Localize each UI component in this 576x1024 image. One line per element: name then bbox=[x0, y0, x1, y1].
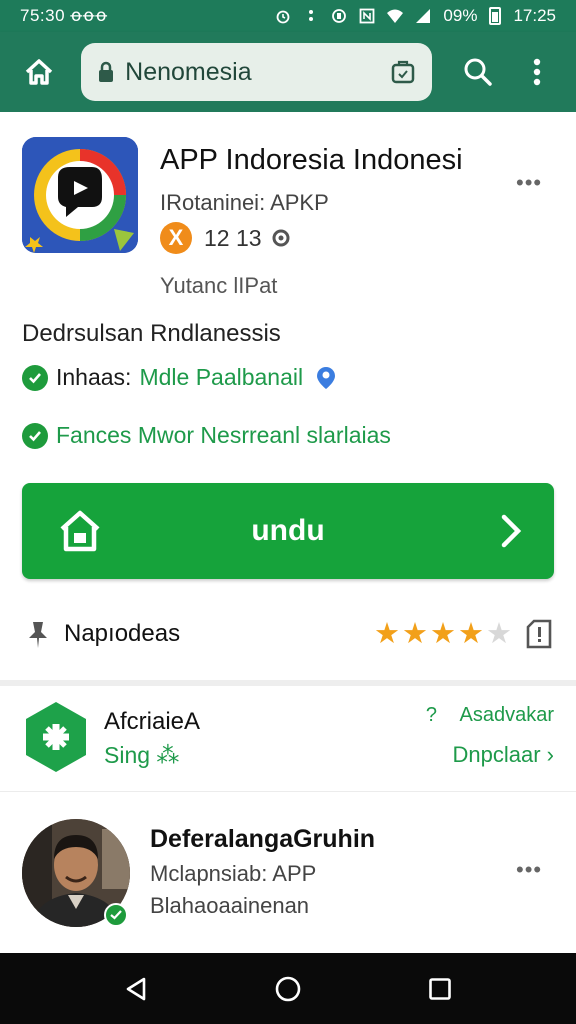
status-time-right: 17:25 bbox=[513, 6, 556, 25]
browser-toolbar: Nenomesia bbox=[0, 32, 576, 112]
list-item[interactable]: DeferalangaGruhin Mclapnsiab: APP Blahao… bbox=[0, 793, 576, 953]
hexagon-plus-icon bbox=[26, 702, 86, 772]
status-time-left: 75:30 ꝋꝋꝋ bbox=[20, 6, 108, 25]
item-action-link[interactable]: Dnpclaar › bbox=[453, 742, 554, 768]
item-title: DeferalangaGruhin bbox=[150, 825, 376, 853]
review-label: Napıodeas bbox=[64, 620, 181, 647]
status-bar: 75:30 ꝋꝋꝋ 09% 17:25 bbox=[0, 0, 576, 32]
review-row: Napıodeas ★ ★ ★ ★ ★ bbox=[22, 612, 554, 656]
item-subtitle: Sing ⁂ bbox=[104, 742, 180, 768]
recents-square-icon bbox=[429, 977, 451, 1000]
app-developer: IRotaninei: APKP bbox=[160, 190, 329, 215]
back-triangle-icon bbox=[126, 977, 146, 1000]
lock-icon bbox=[99, 61, 114, 82]
battery-icon bbox=[489, 7, 502, 25]
overflow-menu-icon bbox=[534, 58, 541, 86]
nav-home-button[interactable] bbox=[268, 969, 308, 1009]
system-nav-bar bbox=[0, 953, 576, 1024]
url-text: Nenomesia bbox=[125, 57, 252, 86]
more-options-icon[interactable]: ••• bbox=[516, 170, 542, 196]
nav-back-button[interactable] bbox=[116, 969, 156, 1009]
star-icon: ★ bbox=[486, 617, 512, 650]
home-icon bbox=[25, 59, 52, 85]
feature-label: Inhaas: bbox=[56, 364, 132, 390]
download-label: undu bbox=[251, 514, 325, 547]
chevron-right-icon bbox=[501, 514, 522, 548]
signal-icon bbox=[416, 9, 431, 23]
star-icon: ★ bbox=[430, 617, 456, 650]
tab-switcher-icon[interactable] bbox=[390, 59, 416, 85]
home-circle-icon bbox=[275, 976, 301, 1001]
home-button[interactable] bbox=[14, 47, 63, 97]
item-meta-link[interactable]: Asadvakar bbox=[460, 704, 555, 726]
feature-row-2: Fances Mwor Nesrreanl slarlaias bbox=[22, 422, 391, 449]
battery-percent: 09% bbox=[443, 6, 478, 25]
vibrate-icon bbox=[309, 10, 314, 21]
download-button[interactable]: undu bbox=[22, 483, 554, 579]
item-subtitle: Mclapnsiab: APP bbox=[150, 861, 317, 886]
star-icon: ★ bbox=[402, 617, 428, 650]
info-pin-icon[interactable] bbox=[315, 366, 337, 390]
item-meta: ? Asadvakar bbox=[426, 704, 554, 727]
address-bar[interactable]: Nenomesia bbox=[81, 43, 432, 101]
check-circle-icon bbox=[22, 422, 48, 449]
nav-recents-button[interactable] bbox=[420, 969, 460, 1009]
settings-gear-icon bbox=[272, 229, 290, 247]
verified-badge-icon bbox=[104, 903, 128, 927]
rating-badge: X bbox=[160, 222, 192, 254]
app-detail-card: APP Indoresia Indonesi ••• IRotaninei: A… bbox=[0, 112, 576, 680]
search-button[interactable] bbox=[454, 47, 503, 97]
alarm-icon bbox=[277, 10, 290, 24]
wifi-icon bbox=[387, 9, 404, 23]
download-home-icon bbox=[60, 510, 100, 552]
feature-label: Fances Mwor Nesrreanl slarlaias bbox=[56, 422, 391, 448]
nfc-icon bbox=[360, 8, 375, 24]
overflow-menu-button[interactable] bbox=[513, 47, 562, 97]
star-icon: ★ bbox=[458, 617, 484, 650]
item-detail: Blahaoaainenan bbox=[150, 893, 310, 918]
check-circle-icon bbox=[22, 364, 48, 391]
app-description: Dedrsulsan Rndlanessis bbox=[22, 320, 281, 347]
feature-row-1: Inhaas: Mdle Paalbanail bbox=[22, 364, 337, 391]
help-icon[interactable]: ? bbox=[426, 704, 437, 726]
item-title: AfcriaieA bbox=[104, 708, 201, 735]
search-icon bbox=[464, 58, 493, 86]
pushpin-icon bbox=[29, 622, 47, 648]
data-saver-icon bbox=[332, 9, 347, 23]
app-title: APP Indoresia Indonesi bbox=[160, 144, 463, 176]
report-flag-icon[interactable] bbox=[524, 619, 554, 649]
feature-link[interactable]: Mdle Paalbanail bbox=[139, 364, 303, 391]
status-icons: 09% 17:25 bbox=[275, 6, 556, 26]
star-rating[interactable]: ★ ★ ★ ★ ★ bbox=[374, 617, 512, 650]
app-icon bbox=[22, 137, 138, 253]
rating-row: X 12 13 bbox=[160, 222, 292, 254]
app-logo-icon bbox=[22, 137, 138, 253]
star-icon: ★ bbox=[374, 617, 400, 650]
app-subtitle: Yutanc lIPat bbox=[160, 273, 278, 298]
more-options-icon[interactable]: ••• bbox=[516, 857, 542, 883]
list-item[interactable]: AfcriaieA Sing ⁂ ? Asadvakar Dnpclaar › bbox=[0, 686, 576, 792]
rating-count: 12 13 bbox=[204, 224, 262, 251]
